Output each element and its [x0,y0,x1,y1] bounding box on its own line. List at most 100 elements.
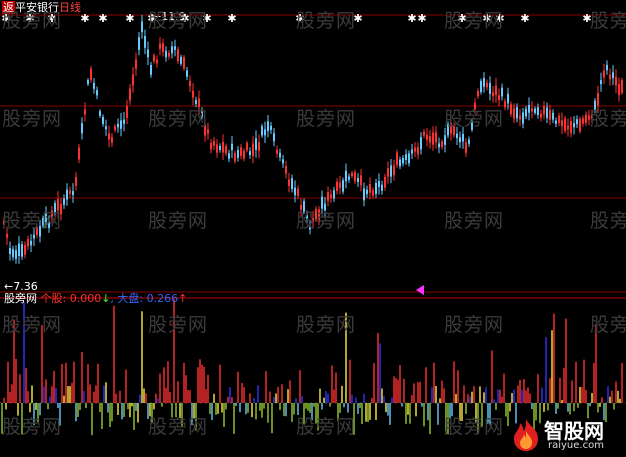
watermark: 股旁网 [296,108,357,130]
candle-body [345,170,347,182]
watermark: 股旁网 [2,10,63,32]
watermark: 股旁网 [148,314,209,336]
watermark: 股旁网 [148,108,209,130]
candle-body [285,165,287,174]
candle-body [24,245,26,255]
candle-body [564,118,566,131]
candle-body [501,87,503,97]
candle-body [15,250,17,259]
candle-body [456,133,458,139]
candle-body [390,165,392,177]
candle-body [546,107,548,119]
candle-body [69,190,71,194]
candle-body [9,248,11,254]
candle-body [183,57,185,69]
candle-body [555,120,557,124]
candle-body [528,105,530,113]
candle-body [444,135,446,145]
candle-body [534,108,536,113]
candle-body [192,90,194,98]
candle-body [291,178,293,189]
candle-body [135,59,137,69]
candle-body [366,189,368,194]
candle-body [462,134,464,142]
candle-body [153,55,155,62]
candle-body [162,43,164,53]
candle-body [573,123,575,128]
candle-body [327,192,329,201]
candle-body [615,76,617,86]
candle-body [177,49,179,62]
watermark: 股旁网 [590,314,626,336]
candle-body [600,80,602,85]
watermark: 股旁网 [444,416,505,438]
indicator-name[interactable]: 股旁网 [4,292,37,305]
candle-body [606,64,608,71]
candle-body [6,233,8,238]
candle-body [231,143,233,151]
candle-body [417,147,419,155]
candle-body [141,21,143,33]
indicator-item1-label: 个股 [40,292,63,305]
candle-body [33,234,35,239]
candle-body [411,149,413,154]
candle-body [237,149,239,158]
candle-body [138,37,140,50]
candle-body [120,120,122,129]
candle-body [150,65,152,75]
candle-body [63,198,65,205]
candle-body [288,179,290,186]
candle-body [495,85,497,96]
candle-body [72,191,74,195]
candle-body [399,159,401,167]
candle-body [114,126,116,131]
candle-body [468,139,470,144]
star-marker: ✱ [125,12,134,25]
star-marker: ✱ [407,12,416,25]
watermark: 股旁网 [296,210,357,232]
candle-body [93,83,95,89]
candle-body [459,137,461,143]
watermark: 股旁网 [148,416,209,438]
candle-body [405,154,407,160]
watermark: 股旁网 [296,416,357,438]
candle-body [117,123,119,128]
candle-body [603,70,605,78]
candle-body [186,70,188,77]
candle-body [84,109,86,115]
candle-body [375,182,377,194]
candle-body [276,149,278,154]
candle-body [282,159,284,164]
period-label[interactable]: 日线 [59,1,81,14]
candle-body [21,244,23,257]
candle-body [225,146,227,154]
indicator-header: 股旁网 个股: 0.000↓, 大盘: 0.266↑ [4,292,188,305]
candle-body [87,80,89,84]
site-logo[interactable]: 智股网 raiyue.com [504,415,622,455]
chart-window: ✱ ✱ ✱ ✱ ✱ ✱ ✱ ✱ ✱ ✱ ✱ ✱ ✱ ✱ ✱ ✱ ✱ ✱ ✱ 返平安银行日线 ←11.9 ←7.36 … [0,0,626,457]
candle-body [30,240,32,246]
star-marker: ✱ [80,12,89,25]
candle-body [465,142,467,153]
candle-body [246,142,248,151]
candle-body [267,121,269,132]
watermark: 股旁网 [590,108,626,130]
candle-body [558,115,560,124]
candle-body [111,137,113,143]
candle-body [108,133,110,140]
candle-body [483,77,485,87]
candle-body [123,119,125,124]
candle-body [165,50,167,58]
watermark: 股旁网 [2,314,63,336]
watermark: 股旁网 [296,314,357,336]
indicator-item2-label: 大盘 [117,292,140,305]
candle-body [294,187,296,196]
candle-body [78,147,80,160]
candle-body [480,80,482,93]
candle-body [438,143,440,148]
indicator-item1-value: 0.000 [69,292,102,305]
candle-body [126,105,128,118]
candle-body [273,133,275,142]
cursor-marker [416,285,424,295]
watermark: 股旁网 [148,210,209,232]
